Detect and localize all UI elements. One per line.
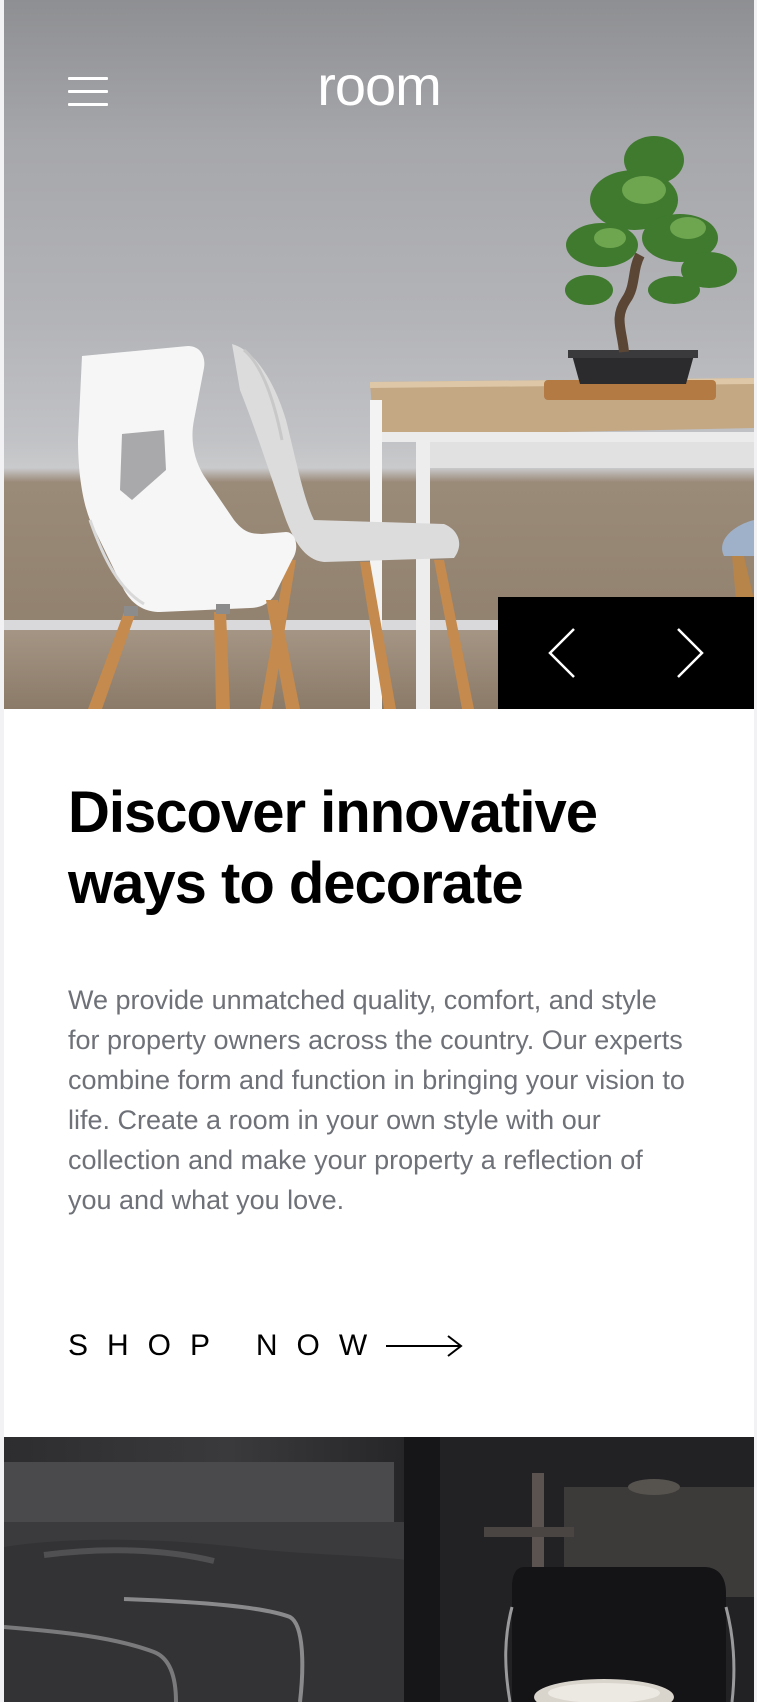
dark-interior-image <box>4 1437 754 1702</box>
dark-room-image <box>4 1437 754 1702</box>
chevron-left-icon <box>548 628 575 678</box>
intro-paragraph: We provide unmatched quality, comfort, a… <box>68 985 685 1215</box>
intro-section: Discover innovative ways to decorate We … <box>4 709 754 1437</box>
page-title: Discover innovative ways to decorate <box>68 780 598 916</box>
hero-section: room <box>4 0 754 709</box>
arrow-right-icon <box>386 1335 463 1357</box>
shop-now-link[interactable]: SHOP NOW <box>68 1329 464 1363</box>
previous-slide-button[interactable] <box>498 597 626 709</box>
slider-nav <box>498 597 754 709</box>
shop-now-label: SHOP NOW <box>68 1329 387 1362</box>
site-logo[interactable]: room <box>4 58 754 114</box>
next-slide-button[interactable] <box>626 597 754 709</box>
chevron-right-icon <box>677 628 704 678</box>
page: room Discover innovative ways to decorat… <box>4 0 754 1702</box>
